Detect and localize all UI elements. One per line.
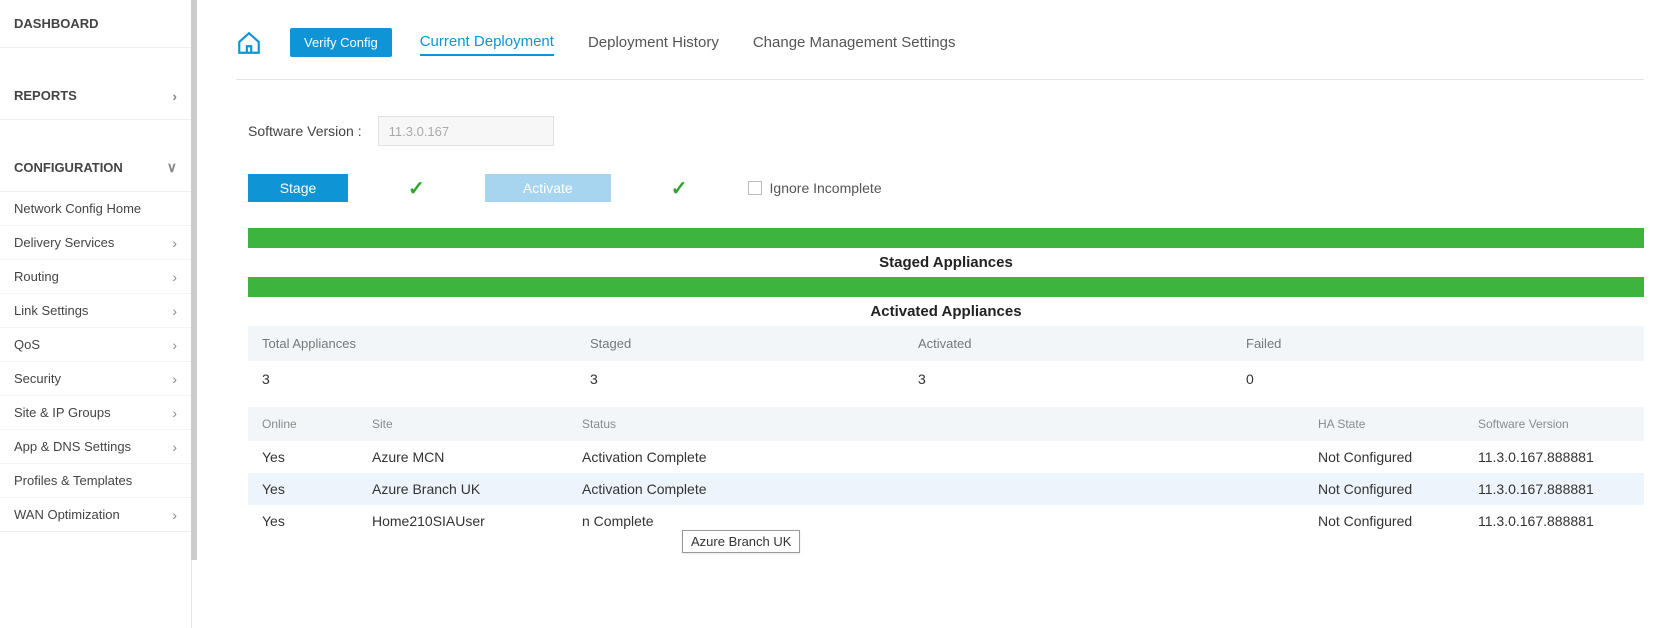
tab-change-management-settings[interactable]: Change Management Settings bbox=[753, 34, 956, 51]
checkbox-icon bbox=[748, 181, 762, 195]
table-cell: Activation Complete bbox=[568, 441, 1304, 473]
table-cell: Home210SIAUser bbox=[358, 505, 568, 537]
sites-header: Software Version bbox=[1464, 407, 1644, 441]
activated-appliances-title: Activated Appliances bbox=[248, 297, 1644, 326]
ignore-incomplete-label: Ignore Incomplete bbox=[770, 180, 882, 196]
sidebar-item[interactable]: App & DNS Settings › bbox=[0, 430, 191, 464]
summary-header: Activated bbox=[904, 326, 1232, 361]
table-cell: Yes bbox=[248, 473, 358, 505]
activated-progress-bar bbox=[248, 277, 1644, 297]
summary-header: Failed bbox=[1232, 326, 1644, 361]
sidebar-item[interactable]: WAN Optimization › bbox=[0, 498, 191, 532]
summary-value: 3 bbox=[248, 361, 576, 397]
table-cell: Activation Complete bbox=[568, 473, 1304, 505]
sites-header: HA State bbox=[1304, 407, 1464, 441]
sidebar-heading-dashboard[interactable]: DASHBOARD bbox=[0, 0, 191, 48]
home-icon[interactable] bbox=[236, 30, 262, 56]
activate-button[interactable]: Activate bbox=[485, 174, 611, 202]
chevron-right-icon: › bbox=[172, 405, 177, 421]
table-row[interactable]: YesAzure Branch UKActivation CompleteNot… bbox=[248, 473, 1644, 505]
stage-button[interactable]: Stage bbox=[248, 174, 348, 202]
sidebar-item[interactable]: Delivery Services › bbox=[0, 226, 191, 260]
software-version-input[interactable] bbox=[378, 116, 554, 146]
sidebar-heading-reports[interactable]: REPORTS › bbox=[0, 72, 191, 120]
table-row[interactable]: YesAzure MCNActivation CompleteNot Confi… bbox=[248, 441, 1644, 473]
chevron-right-icon: › bbox=[172, 371, 177, 387]
software-version-label: Software Version : bbox=[248, 123, 362, 139]
sidebar-item-label: WAN Optimization bbox=[14, 507, 120, 522]
sidebar-item-label: Delivery Services bbox=[14, 235, 114, 250]
sidebar: DASHBOARD REPORTS › CONFIGURATION ∨ Netw… bbox=[0, 0, 192, 628]
sites-header: Online bbox=[248, 407, 358, 441]
sidebar-item-label: Site & IP Groups bbox=[14, 405, 111, 420]
check-icon: ✓ bbox=[408, 176, 425, 201]
table-cell: Yes bbox=[248, 441, 358, 473]
sidebar-item[interactable]: Link Settings › bbox=[0, 294, 191, 328]
main: Verify Config Current Deployment Deploym… bbox=[192, 0, 1672, 628]
chevron-right-icon: › bbox=[172, 303, 177, 319]
sidebar-heading-label: CONFIGURATION bbox=[14, 160, 123, 175]
chevron-right-icon: › bbox=[172, 235, 177, 251]
software-version-row: Software Version : bbox=[248, 116, 1644, 146]
table-cell: Not Configured bbox=[1304, 441, 1464, 473]
chevron-right-icon: › bbox=[172, 439, 177, 455]
tooltip: Azure Branch UK bbox=[682, 530, 800, 553]
verify-config-button[interactable]: Verify Config bbox=[290, 28, 392, 57]
top-tabs: Verify Config Current Deployment Deploym… bbox=[236, 28, 1644, 80]
table-cell: Not Configured bbox=[1304, 473, 1464, 505]
sites-header-row: Online Site Status HA State Software Ver… bbox=[248, 407, 1644, 441]
table-cell: 11.3.0.167.888881 bbox=[1464, 473, 1644, 505]
ignore-incomplete-checkbox[interactable]: Ignore Incomplete bbox=[748, 180, 882, 196]
staged-progress-bar bbox=[248, 228, 1644, 248]
sidebar-heading-configuration[interactable]: CONFIGURATION ∨ bbox=[0, 144, 191, 192]
sidebar-item[interactable]: Network Config Home bbox=[0, 192, 191, 226]
sidebar-item[interactable]: QoS › bbox=[0, 328, 191, 362]
summary-header-row: Total Appliances Staged Activated Failed bbox=[248, 326, 1644, 361]
tab-deployment-history[interactable]: Deployment History bbox=[588, 34, 719, 51]
sites-header: Site bbox=[358, 407, 568, 441]
staged-appliances-title: Staged Appliances bbox=[248, 248, 1644, 277]
sidebar-item[interactable]: Profiles & Templates bbox=[0, 464, 191, 498]
sidebar-item-label: Network Config Home bbox=[14, 201, 141, 216]
sidebar-item-label: App & DNS Settings bbox=[14, 439, 131, 454]
table-row[interactable]: YesHome210SIAUsern CompleteNot Configure… bbox=[248, 505, 1644, 537]
sidebar-item[interactable]: Site & IP Groups › bbox=[0, 396, 191, 430]
check-icon: ✓ bbox=[671, 176, 688, 201]
table-cell: Azure Branch UK bbox=[358, 473, 568, 505]
table-cell: Azure MCN bbox=[358, 441, 568, 473]
sites-header: Status bbox=[568, 407, 1304, 441]
summary-value: 3 bbox=[576, 361, 904, 397]
table-cell: 11.3.0.167.888881 bbox=[1464, 505, 1644, 537]
chevron-right-icon: › bbox=[172, 269, 177, 285]
sidebar-item-label: Link Settings bbox=[14, 303, 88, 318]
summary-value: 0 bbox=[1232, 361, 1644, 397]
table-cell: 11.3.0.167.888881 bbox=[1464, 441, 1644, 473]
chevron-down-icon: ∨ bbox=[167, 159, 177, 176]
tab-current-deployment[interactable]: Current Deployment bbox=[420, 33, 554, 56]
summary-value: 3 bbox=[904, 361, 1232, 397]
summary-header: Total Appliances bbox=[248, 326, 576, 361]
sidebar-item-label: Routing bbox=[14, 269, 59, 284]
table-cell: Not Configured bbox=[1304, 505, 1464, 537]
summary-values-row: 3 3 3 0 bbox=[248, 361, 1644, 397]
chevron-right-icon: › bbox=[172, 337, 177, 353]
sidebar-item-label: Security bbox=[14, 371, 61, 386]
sidebar-heading-label: REPORTS bbox=[14, 88, 77, 103]
chevron-right-icon: › bbox=[172, 507, 177, 523]
action-row: Stage ✓ Activate ✓ Ignore Incomplete bbox=[248, 174, 1644, 202]
summary-header: Staged bbox=[576, 326, 904, 361]
chevron-right-icon: › bbox=[172, 88, 177, 104]
table-cell: Yes bbox=[248, 505, 358, 537]
sidebar-heading-label: DASHBOARD bbox=[14, 16, 99, 31]
sidebar-item-label: QoS bbox=[14, 337, 40, 352]
appliance-groups: Staged Appliances Activated Appliances T… bbox=[248, 228, 1644, 537]
sidebar-item[interactable]: Security › bbox=[0, 362, 191, 396]
tooltip-text: Azure Branch UK bbox=[691, 534, 791, 549]
sidebar-item-label: Profiles & Templates bbox=[14, 473, 132, 488]
sidebar-item[interactable]: Routing › bbox=[0, 260, 191, 294]
table-cell: n Complete bbox=[568, 505, 1304, 537]
